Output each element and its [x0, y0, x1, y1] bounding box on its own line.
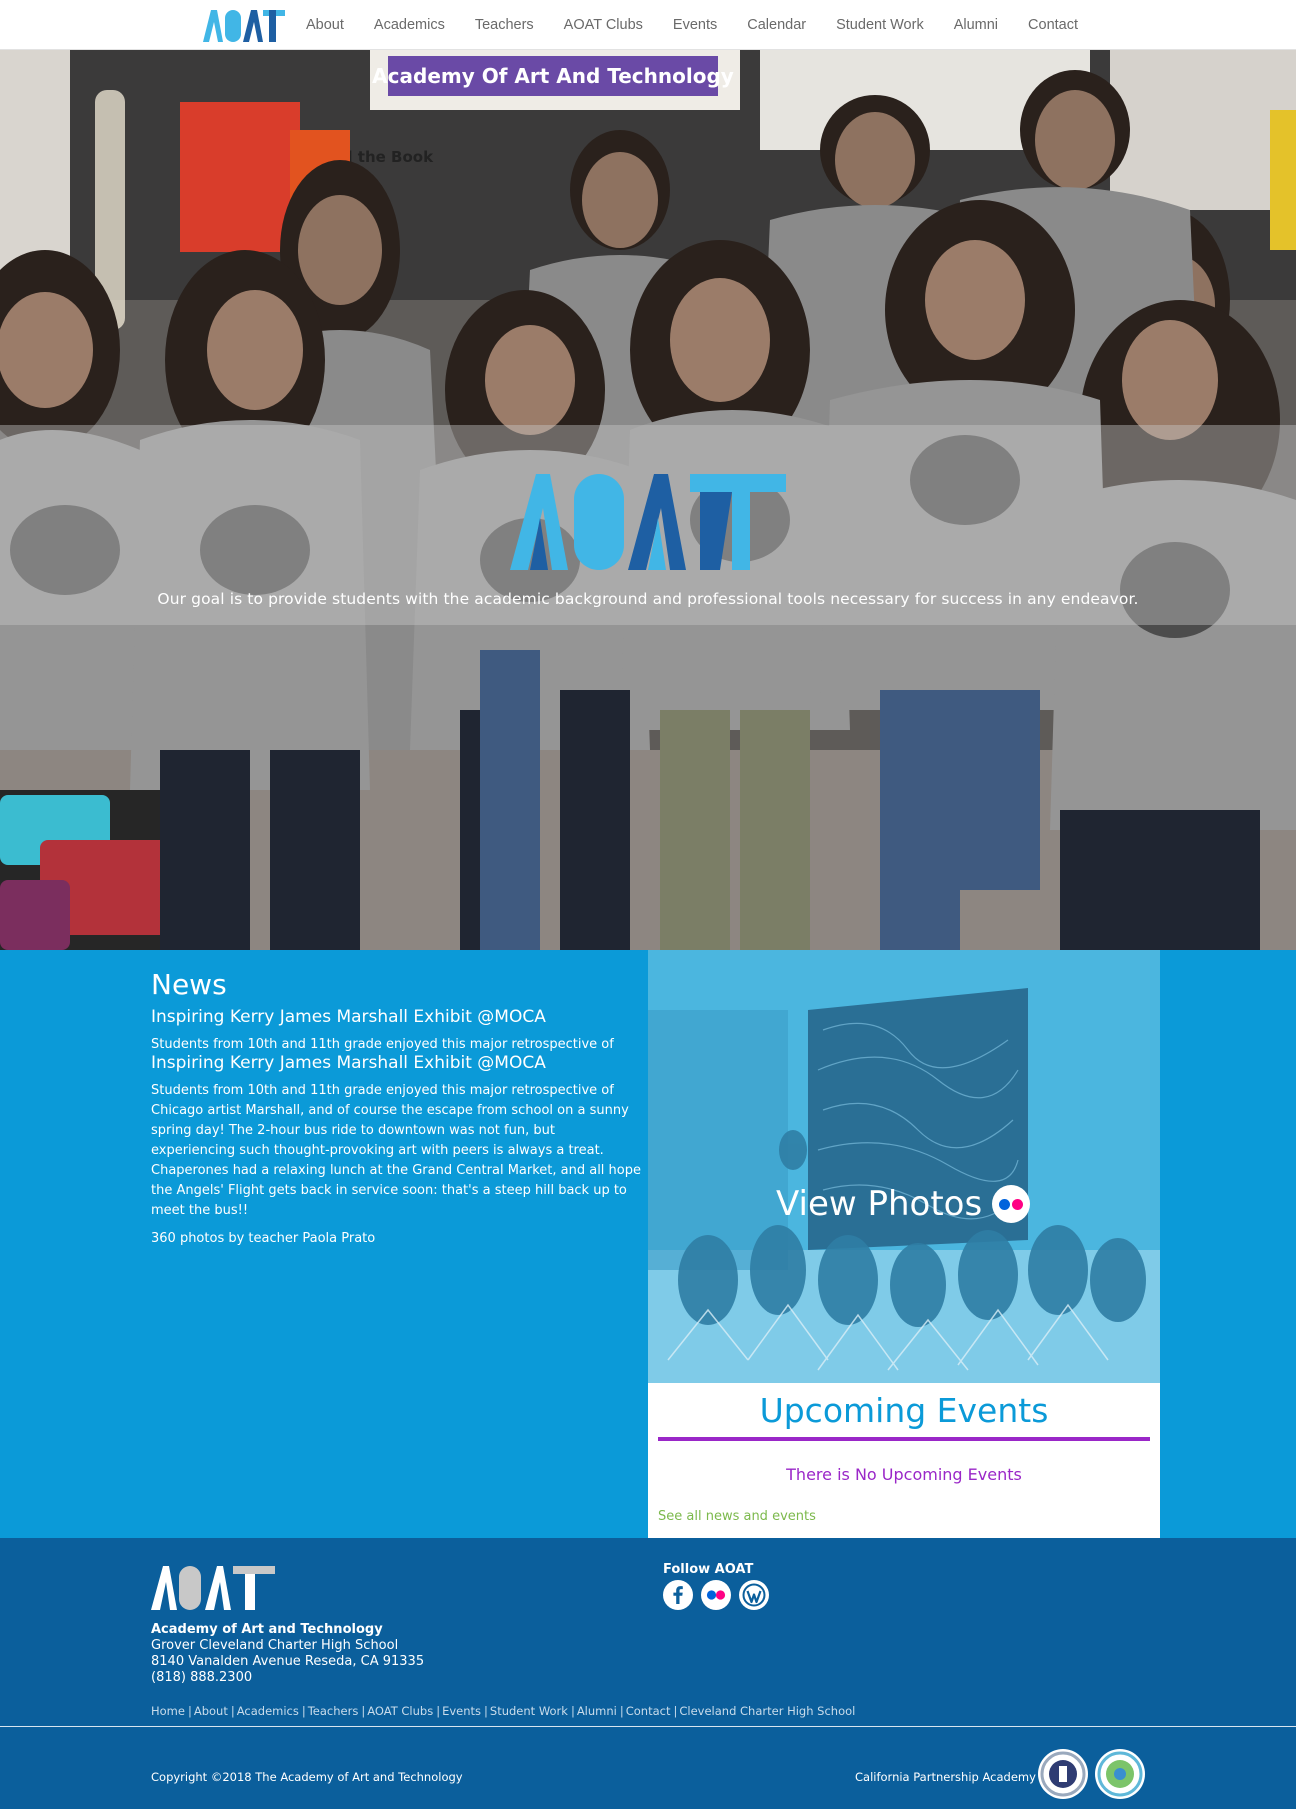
- footer-link-teachers[interactable]: Teachers: [308, 1704, 359, 1718]
- upcoming-events-panel: Upcoming Events There is No Upcoming Eve…: [648, 1383, 1160, 1538]
- flickr-icon: [992, 1185, 1031, 1223]
- footer-link-events[interactable]: Events: [442, 1704, 481, 1718]
- wordpress-icon[interactable]: [739, 1580, 769, 1610]
- footer-phone: (818) 888.2300: [151, 1670, 253, 1685]
- footer-street: 8140 Vanalden Avenue Reseda, CA 91335: [151, 1654, 425, 1669]
- copyright-text: Copyright ©2018 The Academy of Art and T…: [151, 1770, 463, 1784]
- nav-student-work[interactable]: Student Work: [836, 17, 924, 33]
- news-article-body: Students from 10th and 11th grade enjoye…: [151, 1083, 641, 1218]
- events-divider: [658, 1437, 1150, 1441]
- footer-link-aoat-clubs[interactable]: AOAT Clubs: [367, 1704, 433, 1718]
- main-nav: About Academics Teachers AOAT Clubs Even…: [290, 0, 1093, 50]
- facebook-icon[interactable]: [663, 1580, 693, 1610]
- nav-contact[interactable]: Contact: [1028, 17, 1078, 33]
- footer-aoat-logo[interactable]: [151, 1564, 275, 1610]
- site-footer: Academy of Art and Technology Grover Cle…: [0, 1538, 1296, 1809]
- footer-links: Home | About | Academics | Teachers | AOAT Clubs…: [151, 1704, 856, 1718]
- classroom-banner-text: Academy Of Art And Technology: [372, 64, 734, 88]
- nav-events[interactable]: Events: [673, 17, 717, 33]
- footer-link-about[interactable]: About: [194, 1704, 228, 1718]
- nav-academics[interactable]: Academics: [374, 17, 445, 33]
- nav-teachers[interactable]: Teachers: [475, 17, 534, 33]
- footer-link-cleveland[interactable]: Cleveland Charter High School: [679, 1704, 855, 1718]
- nav-alumni[interactable]: Alumni: [954, 17, 998, 33]
- hero-tagline: Our goal is to provide students with the…: [157, 590, 1139, 608]
- footer-link-alumni[interactable]: Alumni: [577, 1704, 617, 1718]
- footer-link-home[interactable]: Home: [151, 1704, 185, 1718]
- academy-seal-icon: [1095, 1749, 1145, 1799]
- content-section: News Inspiring Kerry James Marshall Exhi…: [0, 950, 1296, 1538]
- news-photo-credit: 360 photos by teacher Paola Prato: [151, 1231, 376, 1246]
- footer-link-academics[interactable]: Academics: [237, 1704, 299, 1718]
- nav-about[interactable]: About: [306, 17, 344, 33]
- hero-aoat-logo: [510, 474, 786, 570]
- footer-address: Academy of Art and Technology Grover Cle…: [151, 1622, 424, 1686]
- news-article-title[interactable]: Inspiring Kerry James Marshall Exhibit @…: [151, 1007, 641, 1027]
- follow-heading: Follow AOAT: [663, 1562, 754, 1577]
- gallery-photo: [648, 950, 1160, 1383]
- nav-aoat-clubs[interactable]: AOAT Clubs: [564, 17, 643, 33]
- aoat-logo[interactable]: [203, 8, 285, 42]
- footer-divider: [0, 1726, 1296, 1727]
- top-navigation-bar: About Academics Teachers AOAT Clubs Even…: [0, 0, 1296, 50]
- news-panel: News Inspiring Kerry James Marshall Exhi…: [151, 968, 641, 1246]
- view-photos-label: View Photos: [776, 1184, 983, 1224]
- news-heading: News: [151, 968, 227, 1001]
- partnership-label: California Partnership Academy: [855, 1770, 1036, 1784]
- footer-school: Grover Cleveland Charter High School: [151, 1638, 399, 1653]
- cpa-seal-icon: [1038, 1749, 1088, 1799]
- news-article-title-full[interactable]: Inspiring Kerry James Marshall Exhibit @…: [151, 1053, 641, 1073]
- footer-org-name: Academy of Art and Technology: [151, 1622, 383, 1637]
- events-empty-message: There is No Upcoming Events: [786, 1465, 1022, 1484]
- events-heading: Upcoming Events: [759, 1391, 1049, 1430]
- hero-banner: Academy Of Art And Technology Read the B…: [0, 50, 1296, 950]
- view-photos-tile[interactable]: View Photos: [648, 950, 1160, 1383]
- footer-link-student-work[interactable]: Student Work: [490, 1704, 568, 1718]
- see-all-news-link[interactable]: See all news and events: [658, 1509, 816, 1524]
- footer-link-contact[interactable]: Contact: [626, 1704, 671, 1718]
- flickr-icon[interactable]: [701, 1580, 731, 1610]
- news-excerpt: Students from 10th and 11th grade enjoye…: [151, 1037, 614, 1052]
- nav-calendar[interactable]: Calendar: [747, 17, 806, 33]
- view-photos-link[interactable]: View Photos: [776, 1184, 1031, 1224]
- social-links: [663, 1580, 777, 1610]
